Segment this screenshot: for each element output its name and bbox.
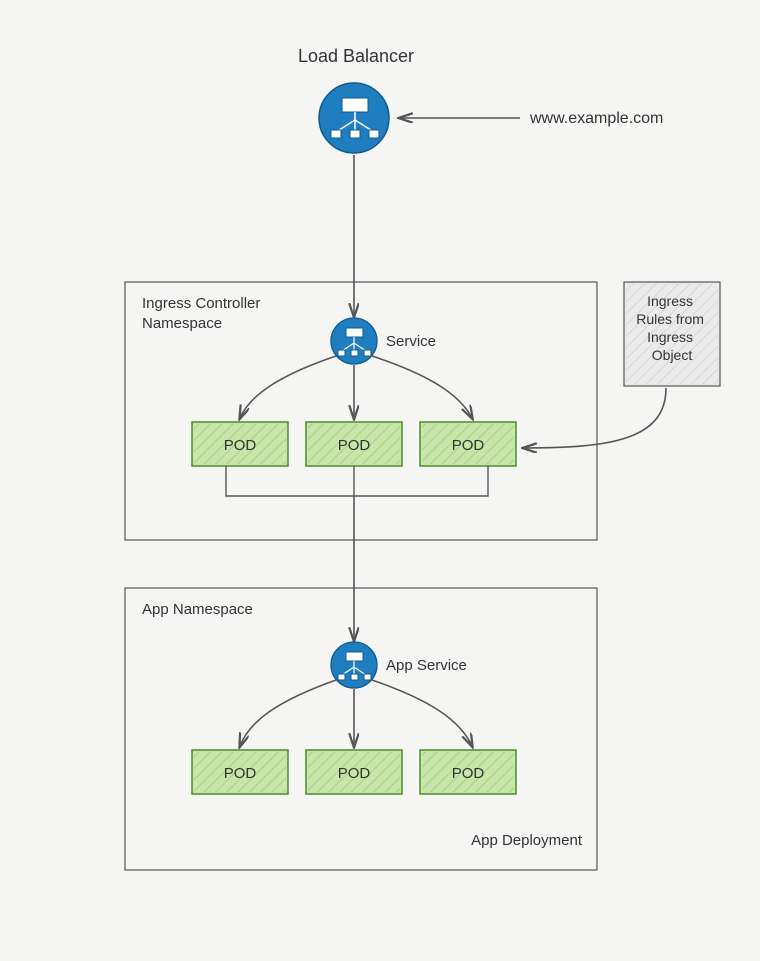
pod-label: POD: [338, 765, 371, 782]
pod-bus-line: [226, 466, 488, 496]
app-pod-2: POD: [306, 750, 402, 794]
ingress-service-label: Service: [386, 333, 436, 350]
arrow-rules-to-pod: [524, 388, 666, 448]
pod-label: POD: [452, 437, 485, 454]
app-pod-1: POD: [192, 750, 288, 794]
ingress-pod-2: POD: [306, 422, 402, 466]
pod-label: POD: [452, 765, 485, 782]
app-namespace-label: App Namespace: [142, 601, 253, 618]
pod-label: POD: [224, 437, 257, 454]
app-deployment-label: App Deployment: [471, 832, 583, 849]
load-balancer-icon: [319, 83, 389, 153]
pod-label: POD: [338, 437, 371, 454]
external-host-label: www.example.com: [529, 110, 663, 127]
arrow-service-pod3: [372, 356, 472, 418]
app-pod-3: POD: [420, 750, 516, 794]
ingress-service-icon: [331, 318, 377, 364]
arrow-appsvc-pod1: [240, 680, 336, 746]
app-service-icon: [331, 642, 377, 688]
app-namespace-box: [125, 588, 597, 870]
pod-label: POD: [224, 765, 257, 782]
ingress-pod-1: POD: [192, 422, 288, 466]
app-service-label: App Service: [386, 657, 467, 674]
ingress-pod-3: POD: [420, 422, 516, 466]
arrow-service-pod1: [240, 356, 336, 418]
ingress-namespace-label: Ingress Controller Namespace: [142, 295, 265, 332]
diagram-canvas: Load Balancer www.example.com Ingress Co…: [0, 0, 760, 961]
arrow-appsvc-pod3: [372, 680, 472, 746]
title-label: Load Balancer: [298, 46, 414, 66]
